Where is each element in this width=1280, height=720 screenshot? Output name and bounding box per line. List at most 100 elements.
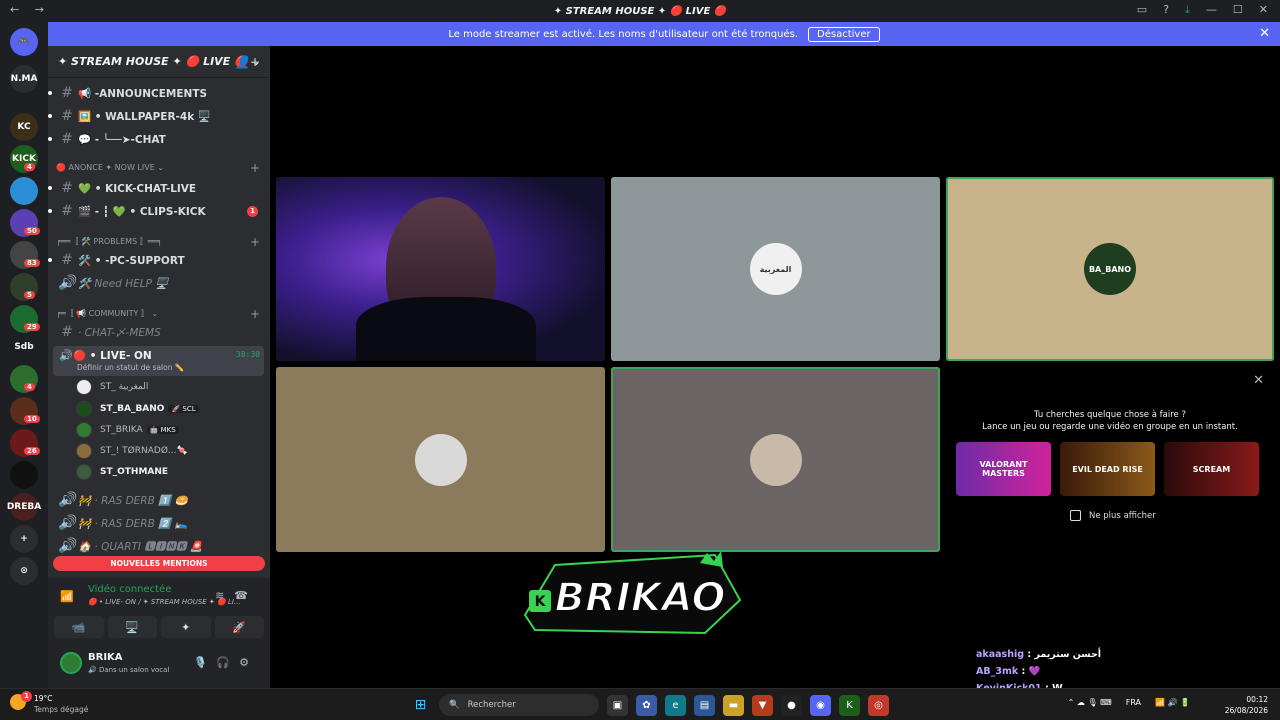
screen-share-button[interactable]: 🖥️ <box>107 616 157 638</box>
avatar[interactable] <box>76 464 92 480</box>
network-volume-icons[interactable]: 📶 🔊 🔋 <box>1155 698 1190 707</box>
checkbox-icon[interactable] <box>1070 510 1081 521</box>
avatar[interactable] <box>60 652 82 674</box>
discord-icon[interactable]: ◉ <box>810 694 831 716</box>
new-mentions-button[interactable]: NOUVELLES MENTIONS <box>53 556 265 571</box>
chrome-icon[interactable]: ◎ <box>868 694 889 716</box>
channel-item[interactable]: # 🖼️ • WALLPAPER-4k 🖥️ <box>48 105 264 127</box>
channel-item[interactable]: 🔊 🚧 · RAS DERB 2️⃣ 🛌 <box>56 512 264 534</box>
camera-button[interactable]: 📹 <box>54 616 104 638</box>
close-icon[interactable]: ✕ <box>1259 3 1268 17</box>
channel-item[interactable]: # 💬 - ╰──➤-CHAT <box>48 128 264 150</box>
channel-item[interactable]: 🔊 🛠️ Need HELP 🖥️ <box>56 272 264 294</box>
clock[interactable]: 00:12 26/08/2026 <box>1225 694 1268 716</box>
game-valorant[interactable]: VALORANT MASTERS <box>956 442 1051 496</box>
channel-category[interactable]: ╒══〚 🛠️ PROBLEMS 〛══╕ + <box>56 235 264 249</box>
channel-item[interactable]: # 🛠️ • -PC-SUPPORT <box>48 249 264 271</box>
voice-user[interactable]: ST_OTHMANE <box>76 462 168 482</box>
language-indicator[interactable]: FRA <box>1126 698 1141 707</box>
system-tray[interactable]: ⌃ ☁ 🎙 ⌨ FRA 📶 🔊 🔋 <box>1068 698 1190 707</box>
activities-button[interactable]: ✦ <box>161 616 211 638</box>
chat-separator: : <box>1018 666 1029 677</box>
set-status-link[interactable]: Définir un statut de salon ✏️ <box>77 363 184 372</box>
channel-item[interactable]: 🔊 🏠 · QUARTI 🅻🅸🅽🅺 🚨 <box>56 535 264 557</box>
server-icon[interactable] <box>10 177 38 205</box>
server-icon[interactable] <box>10 461 38 489</box>
store-icon[interactable]: ▤ <box>694 694 715 716</box>
kick-icon[interactable]: K <box>839 694 860 716</box>
guild-header[interactable]: ✦ STREAM HOUSE ✦ 🔴 LIVE 🔴 ⌄ 👤+ <box>48 46 270 78</box>
inbox-icon[interactable]: ▭ <box>1137 3 1147 17</box>
minimize-icon[interactable]: — <box>1206 3 1217 17</box>
hash-icon: # <box>61 85 73 101</box>
checkbox-label: Ne plus afficher <box>1089 510 1156 521</box>
weather-widget[interactable]: 1 19°C Temps dégagé <box>10 691 88 715</box>
avatar[interactable] <box>749 433 802 486</box>
server-icon[interactable]: ⊙ <box>10 557 38 585</box>
avatar[interactable] <box>76 379 92 395</box>
channel-item[interactable]: # 💚 • KICK-CHAT-LIVE <box>48 177 264 199</box>
channel-category[interactable]: 🔴 ANONCE ✦ NOW LIVE ⌄ + <box>56 161 264 175</box>
server-icon[interactable]: DREBA <box>7 493 41 521</box>
discord-home-icon[interactable]: 🎮 <box>10 28 38 56</box>
banner-close-icon[interactable]: ✕ <box>1259 26 1270 41</box>
signal-icon[interactable]: 📶 <box>60 590 74 603</box>
close-icon[interactable]: ✕ <box>1253 373 1264 388</box>
voice-user[interactable]: ST_ المغربية <box>76 377 148 397</box>
avatar[interactable]: المغربية <box>749 243 802 295</box>
video-tile[interactable]: BA_BANO <box>946 177 1274 361</box>
channel-item[interactable]: # 📢 -ANNOUNCEMENTS <box>48 82 264 104</box>
call-timer: 38:30 <box>235 350 260 359</box>
taskbar-search[interactable]: 🔍 Rechercher <box>439 694 599 716</box>
voice-user[interactable]: ST_BRIKA 🤖 MKS <box>76 420 179 440</box>
voice-controls[interactable]: ≋☎ <box>215 589 258 602</box>
speaker-icon: 🔊 <box>58 492 76 508</box>
video-tile[interactable] <box>611 367 940 552</box>
brave-icon[interactable]: ▼ <box>752 694 773 716</box>
explorer-icon[interactable]: ▬ <box>723 694 744 716</box>
game-scream[interactable]: SCREAM <box>1164 442 1259 496</box>
voice-user[interactable]: ST_BA_BANO 🚀 SCL <box>76 399 199 419</box>
channel-live-on[interactable]: 🔊 🔴 • LIVE- ON Définir un statut de salo… <box>53 346 264 376</box>
start-icon[interactable]: ⊞ <box>410 695 431 716</box>
channel-item[interactable]: # 🎬 - ┇ 💚 • CLIPS-KICK 1 <box>48 200 264 222</box>
tray-icons[interactable]: ⌃ ☁ 🎙 ⌨ <box>1068 698 1112 707</box>
add-channel-icon[interactable]: + <box>250 161 260 175</box>
avatar[interactable] <box>76 443 92 459</box>
server-tag: 🤖 MKS <box>146 426 179 434</box>
voice-status[interactable]: Vidéo connectée <box>88 584 171 595</box>
server-icon[interactable]: N.MA <box>10 65 38 93</box>
invite-icon[interactable]: 👤+ <box>235 55 260 69</box>
download-icon[interactable]: ⤓ <box>1185 3 1190 17</box>
dont-show-again-checkbox[interactable]: Ne plus afficher <box>1070 510 1156 521</box>
avatar[interactable]: BA_BANO <box>1084 243 1136 295</box>
task-view-icon[interactable]: ▣ <box>607 694 628 716</box>
server-icon[interactable]: + <box>10 525 38 553</box>
help-icon[interactable]: ? <box>1163 3 1169 17</box>
channel-category[interactable]: ╒═〚 📢 COMMUNITY 〛 ⌄ + <box>56 307 264 321</box>
channel-item[interactable]: 🔊 🚧 · RAS DERB 1️⃣ 🥯 <box>56 489 264 511</box>
obs-icon[interactable]: ● <box>781 694 802 716</box>
add-channel-icon[interactable]: + <box>250 235 260 249</box>
video-tile[interactable] <box>276 177 605 361</box>
current-user[interactable]: BRIKA 🔊 Dans un salon vocal 🎙️🎧⚙ <box>56 648 262 682</box>
game-evil-dead[interactable]: EVIL DEAD RISE <box>1060 442 1155 496</box>
channel-label: 📢 -ANNOUNCEMENTS <box>78 87 208 100</box>
avatar[interactable] <box>76 422 92 438</box>
copilot-icon[interactable]: ✿ <box>636 694 657 716</box>
add-channel-icon[interactable]: + <box>250 307 260 321</box>
channel-sidebar: ✦ STREAM HOUSE ✦ 🔴 LIVE 🔴 ⌄ 👤+ 🔊 🔴 • LIV… <box>48 46 270 578</box>
edge-icon[interactable]: e <box>665 694 686 716</box>
video-tile[interactable]: المغربية <box>611 177 940 361</box>
server-icon[interactable]: Sdb <box>10 333 38 361</box>
channel-item[interactable]: # · CHAT-〆-MEMS <box>56 321 264 343</box>
video-tile[interactable] <box>276 367 605 552</box>
voice-user[interactable]: ST_! TØRNADØ...🍬 <box>76 441 188 461</box>
soundboard-button[interactable]: 🚀 <box>214 616 264 638</box>
maximize-icon[interactable]: ☐ <box>1233 3 1243 17</box>
avatar[interactable] <box>76 401 92 417</box>
disable-streamer-button[interactable]: Désactiver <box>808 26 880 42</box>
mic-headset-settings-icons[interactable]: 🎙️🎧⚙ <box>194 656 258 669</box>
server-icon[interactable]: KC <box>10 113 38 141</box>
avatar[interactable] <box>414 433 467 486</box>
